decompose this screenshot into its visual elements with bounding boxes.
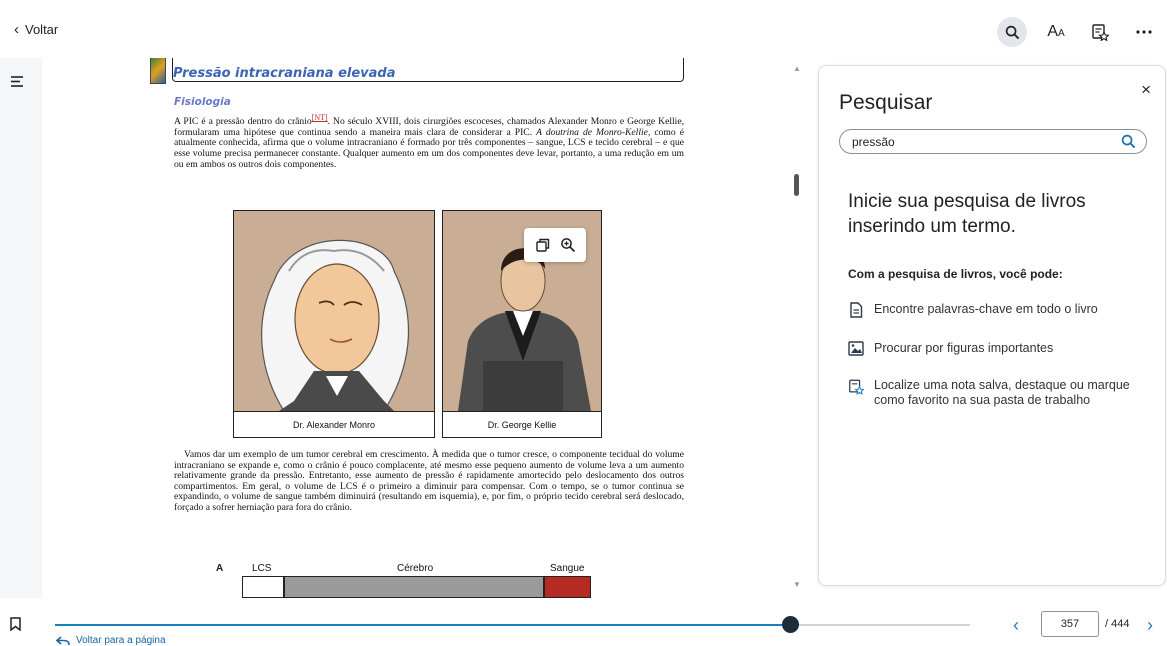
diagram-label: A — [216, 563, 224, 574]
segment-brain — [284, 576, 544, 598]
figure-alexander-monro: Dr. Alexander Monro — [233, 210, 435, 438]
volume-diagram: A LCS Cérebro Sangue — [208, 558, 628, 598]
image-icon — [848, 341, 864, 356]
paragraph: A PIC é a pressão dentro do crânio[NT]. … — [174, 113, 684, 170]
text-size-button[interactable]: AA — [1041, 17, 1071, 47]
return-to-page-link[interactable]: Voltar para a página — [56, 635, 166, 646]
table-of-contents-icon[interactable] — [11, 76, 24, 87]
search-panel-title: Pesquisar — [839, 91, 933, 114]
scroll-up-arrow-icon[interactable]: ▲ — [793, 64, 801, 73]
back-button[interactable]: ‹ Voltar — [14, 22, 58, 37]
segment-label-lcs: LCS — [252, 563, 272, 574]
page-scrollbar[interactable]: ▲ ▼ — [786, 58, 810, 598]
search-button[interactable] — [997, 17, 1027, 47]
translator-note-link[interactable]: [NT] — [312, 113, 328, 122]
segment-label-blood: Sangue — [550, 563, 585, 574]
more-button[interactable] — [1129, 17, 1159, 47]
page-total: / 444 — [1105, 618, 1130, 630]
top-bar: ‹ Voltar AA — [0, 0, 1167, 58]
bottom-bar: Voltar para a página ‹ / 444 › — [0, 598, 1167, 646]
close-icon[interactable]: × — [1141, 80, 1151, 100]
search-empty-headline: Inicie sua pesquisa de livros inserindo … — [848, 191, 1086, 237]
portrait-monro-image — [234, 211, 434, 411]
figure-caption: Dr. Alexander Monro — [234, 411, 434, 437]
book-page: Pressão intracraniana elevada Fisiologia… — [42, 58, 786, 598]
open-figure-icon[interactable] — [535, 237, 551, 253]
figure-caption: Dr. George Kellie — [443, 411, 601, 437]
chapter-title: Pressão intracraniana elevada — [173, 66, 396, 81]
notebook-button[interactable] — [1085, 17, 1115, 47]
search-tip: Procurar por figuras importantes — [848, 341, 1138, 356]
page-progress-thumb[interactable] — [782, 616, 800, 633]
return-arrow-icon — [56, 635, 70, 645]
search-tip: Localize uma nota salva, destaque ou mar… — [848, 378, 1138, 408]
search-input[interactable] — [852, 133, 1112, 151]
more-icon — [1136, 30, 1152, 34]
bookmark-icon[interactable] — [10, 617, 21, 631]
search-icon[interactable] — [1121, 134, 1136, 149]
zoom-in-icon[interactable] — [560, 237, 576, 253]
page-number-input[interactable] — [1041, 611, 1099, 637]
segment-label-brain: Cérebro — [397, 563, 434, 574]
left-gutter — [0, 58, 42, 598]
section-title: Fisiologia — [174, 96, 231, 108]
page-progress-track[interactable] — [55, 624, 970, 626]
search-subheading: Com a pesquisa de livros, você pode: — [848, 267, 1063, 281]
book-page-viewer: Pressão intracraniana elevada Fisiologia… — [42, 58, 786, 598]
figure-tools-popup — [524, 228, 586, 262]
chevron-left-icon: ‹ — [14, 21, 19, 38]
paragraph: Vamos dar um exemplo de um tumor cerebra… — [174, 449, 684, 513]
next-page-button[interactable]: › — [1147, 615, 1153, 636]
notebook-icon — [1092, 24, 1109, 41]
previous-page-button[interactable]: ‹ — [1013, 615, 1019, 636]
notebook-star-icon — [849, 379, 864, 395]
back-label: Voltar — [25, 22, 59, 37]
segment-lcs — [242, 576, 284, 598]
search-panel: Pesquisar × Inicie sua pesquisa de livro… — [818, 65, 1166, 586]
text-size-icon: AA — [1047, 23, 1065, 40]
search-tip: Encontre palavras-chave em todo o livro — [848, 302, 1138, 318]
segment-blood — [544, 576, 591, 598]
toolbar: AA — [997, 17, 1159, 47]
scroll-thumb[interactable] — [794, 174, 799, 196]
search-icon — [1005, 25, 1019, 39]
search-field — [839, 129, 1147, 154]
scroll-down-arrow-icon[interactable]: ▼ — [793, 580, 801, 589]
page-progress-fill — [55, 624, 791, 626]
chapter-badge-icon — [150, 58, 166, 84]
document-icon — [850, 302, 863, 318]
